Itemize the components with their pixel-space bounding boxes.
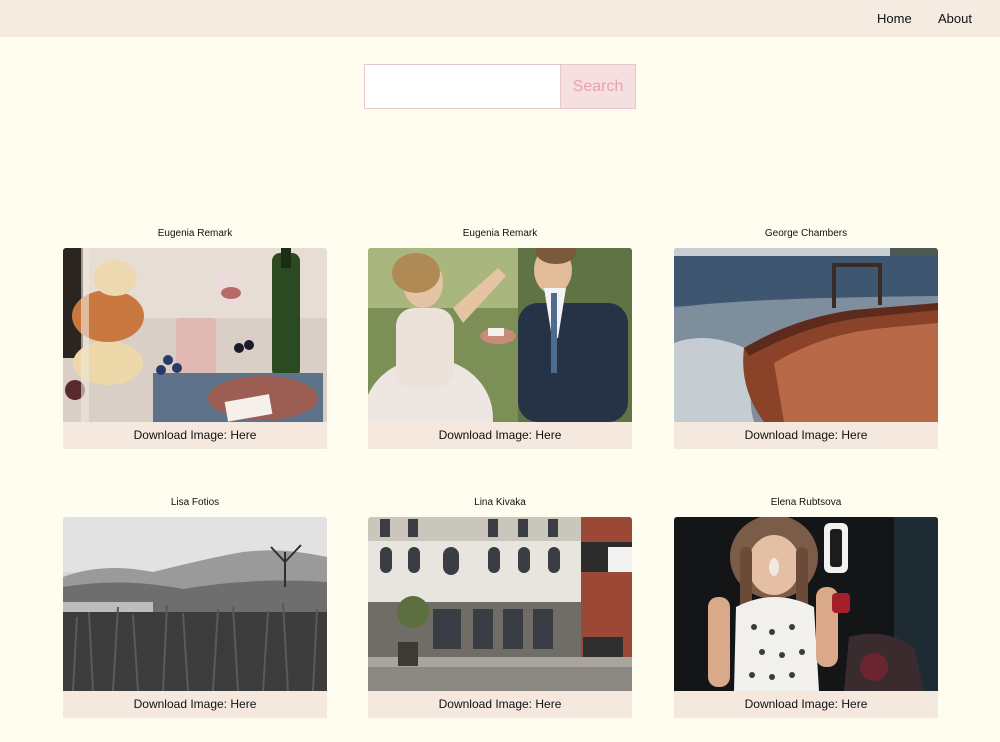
download-label: Download Image: [133,697,231,711]
download-caption: Download Image: Here [63,691,327,718]
download-caption: Download Image: Here [674,691,938,718]
download-link[interactable]: Here [230,697,256,711]
download-label: Download Image: [744,697,842,711]
download-link[interactable]: Here [841,428,867,442]
photographer-name: Eugenia Remark [462,228,538,239]
portrait-night-photo [674,517,938,691]
download-label: Download Image: [133,428,231,442]
wedding-table-photo [63,248,327,422]
city-building-photo [368,517,632,691]
download-link[interactable]: Here [535,428,561,442]
photographer-name: Elena Rubtsova [770,497,842,508]
download-label: Download Image: [744,428,842,442]
wedding-couple-photo [368,248,632,422]
download-caption: Download Image: Here [368,422,632,449]
download-link[interactable]: Here [535,697,561,711]
download-caption: Download Image: Here [674,422,938,449]
photographer-name: Lina Kivaka [474,497,526,508]
download-link[interactable]: Here [230,428,256,442]
download-label: Download Image: [438,697,536,711]
seaside-cliff-photo [674,248,938,422]
top-navigation-bar: Home About [0,0,1000,37]
download-caption: Download Image: Here [368,691,632,718]
download-caption: Download Image: Here [63,422,327,449]
download-label: Download Image: [438,428,536,442]
photographer-name: Eugenia Remark [157,228,233,239]
misty-field-photo [63,517,327,691]
nav-about-link[interactable]: About [938,11,972,26]
nav-home-link[interactable]: Home [877,11,912,26]
search-input[interactable] [364,64,561,109]
download-link[interactable]: Here [841,697,867,711]
photographer-name: George Chambers [764,228,848,239]
search-button[interactable]: Search [560,64,636,109]
photographer-name: Lisa Fotios [170,497,220,508]
